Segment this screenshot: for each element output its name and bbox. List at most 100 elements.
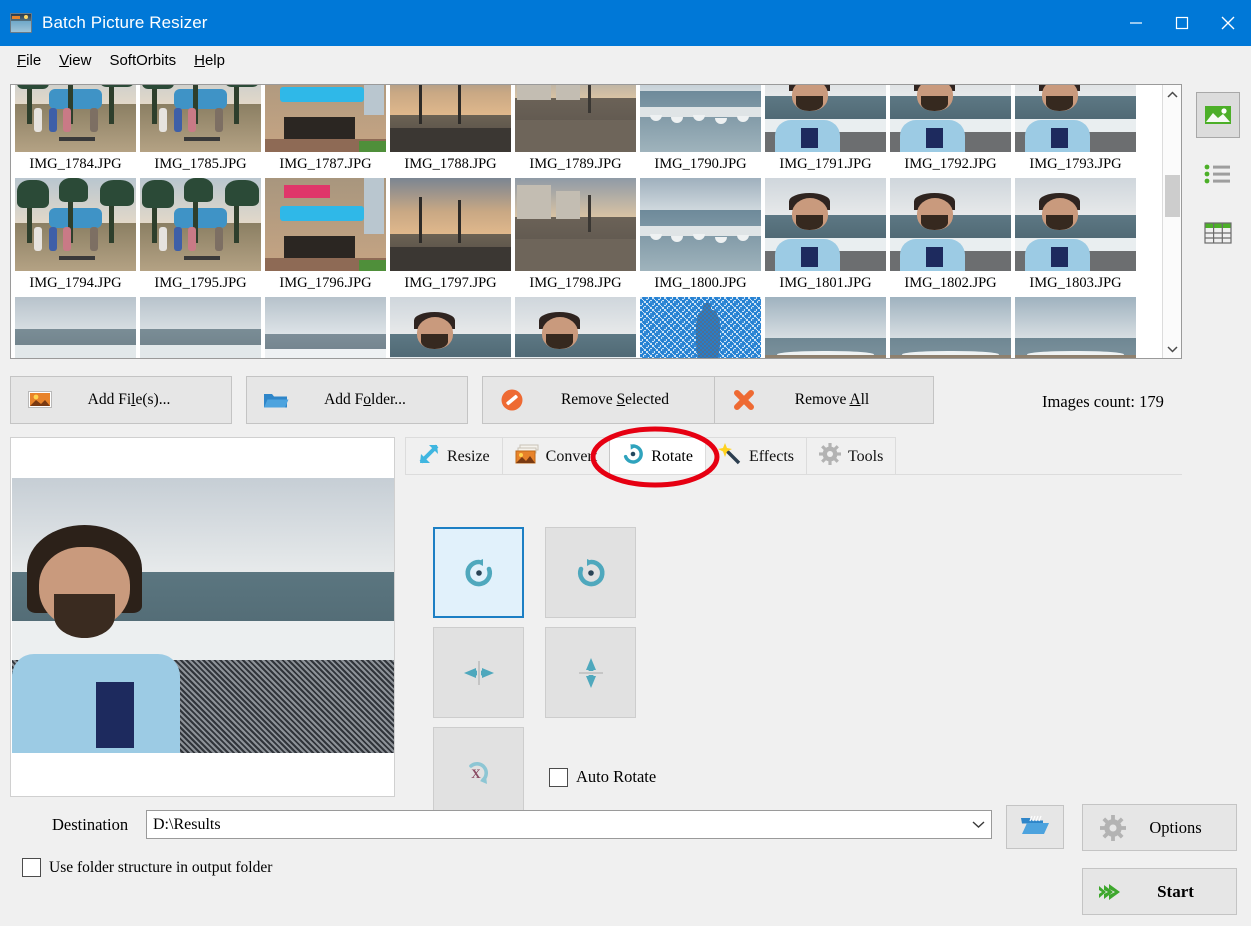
- use-folder-structure-row[interactable]: Use folder structure in output folder: [22, 858, 272, 877]
- thumbnail-image[interactable]: [390, 178, 511, 271]
- menu-item-help[interactable]: Help: [185, 50, 234, 71]
- thumbnail-item[interactable]: IMG_1791.JPG: [763, 85, 888, 176]
- thumbnail-grid[interactable]: IMG_1784.JPG IMG_1785.JPG IMG_1787.JPG IMG_…: [13, 85, 1163, 358]
- add-files-button[interactable]: Add File(s)...: [10, 376, 232, 424]
- rotate-left-button[interactable]: [433, 527, 524, 618]
- options-button[interactable]: Options: [1082, 804, 1237, 851]
- use-folder-structure-checkbox[interactable]: [22, 858, 41, 877]
- thumbnail-image[interactable]: [515, 297, 636, 358]
- auto-rotate-row[interactable]: Auto Rotate: [549, 767, 656, 787]
- list-view-button[interactable]: [1196, 151, 1240, 197]
- thumbnails-view-button[interactable]: [1196, 92, 1240, 138]
- scroll-down-icon[interactable]: [1163, 339, 1181, 358]
- thumbnail-image[interactable]: [765, 85, 886, 152]
- menu-item-view[interactable]: View: [50, 50, 100, 71]
- thumbnail-item[interactable]: IMG_1826.JPG: [1013, 295, 1138, 358]
- destination-combobox[interactable]: D:\Results: [146, 810, 992, 839]
- thumbnail-item[interactable]: IMG_1795.JPG: [138, 176, 263, 295]
- preview-pane[interactable]: [10, 437, 395, 797]
- thumbnail-item[interactable]: IMG_1809.JPG: [263, 295, 388, 358]
- thumbnail-item[interactable]: IMG_1819.JPG: [638, 295, 763, 358]
- thumbnail-image[interactable]: [640, 178, 761, 271]
- flip-vertical-icon: [578, 657, 603, 688]
- thumbnail-caption: IMG_1796.JPG: [279, 275, 372, 291]
- remove-selected-button[interactable]: Remove Selected: [482, 376, 732, 424]
- thumbnail-image[interactable]: [765, 178, 886, 271]
- thumbnail-image[interactable]: [890, 85, 1011, 152]
- thumbnail-item[interactable]: IMG_1800.JPG: [638, 176, 763, 295]
- start-button[interactable]: Start: [1082, 868, 1237, 915]
- file-list-scrollbar[interactable]: [1162, 85, 1181, 358]
- thumbnail-item[interactable]: IMG_1792.JPG: [888, 85, 1013, 176]
- thumbnail-item[interactable]: IMG_1821.JPG: [763, 295, 888, 358]
- scroll-up-icon[interactable]: [1163, 85, 1181, 104]
- thumbnail-image[interactable]: [1015, 85, 1136, 152]
- menu-item-file[interactable]: File: [8, 50, 50, 71]
- thumbnail-item[interactable]: IMG_1796.JPG: [263, 176, 388, 295]
- thumbnail-image[interactable]: [15, 178, 136, 271]
- details-view-button[interactable]: [1196, 210, 1240, 256]
- thumbnail-item[interactable]: IMG_1784.JPG: [13, 85, 138, 176]
- thumbnail-image[interactable]: [515, 178, 636, 271]
- browse-destination-button[interactable]: [1006, 805, 1064, 849]
- tab-convert[interactable]: Convert: [501, 437, 611, 475]
- tab-rotate[interactable]: Rotate: [609, 437, 706, 475]
- thumbnail-image[interactable]: [1015, 297, 1136, 358]
- thumbnail-item[interactable]: IMG_1808.JPG: [138, 295, 263, 358]
- rotate-by-angle-button[interactable]: X: [433, 727, 524, 818]
- window-title: Batch Picture Resizer: [42, 13, 208, 32]
- remove-all-button[interactable]: Remove All: [714, 376, 934, 424]
- flip-vertical-button[interactable]: [545, 627, 636, 718]
- thumbnail-item[interactable]: IMG_1785.JPG: [138, 85, 263, 176]
- thumbnail-image[interactable]: [140, 297, 261, 358]
- scrollbar-track[interactable]: [1163, 104, 1181, 339]
- thumbnail-image[interactable]: [640, 297, 761, 358]
- thumbnail-item[interactable]: IMG_1793.JPG: [1013, 85, 1138, 176]
- destination-value[interactable]: D:\Results: [147, 816, 965, 834]
- thumbnail-item[interactable]: IMG_1787.JPG: [263, 85, 388, 176]
- thumbnail-image[interactable]: [15, 297, 136, 358]
- thumbnail-item[interactable]: IMG_1798.JPG: [513, 176, 638, 295]
- rotate-right-button[interactable]: [545, 527, 636, 618]
- thumbnail-image[interactable]: [390, 85, 511, 152]
- thumbnail-item[interactable]: IMG_1797.JPG: [388, 176, 513, 295]
- thumbnail-image[interactable]: [140, 85, 261, 152]
- thumbnail-image[interactable]: [765, 297, 886, 358]
- tab-effects[interactable]: Effects: [704, 437, 807, 475]
- close-icon[interactable]: [1205, 0, 1251, 46]
- thumbnail-image[interactable]: [1015, 178, 1136, 271]
- thumbnail-item[interactable]: IMG_1790.JPG: [638, 85, 763, 176]
- thumbnail-image[interactable]: [265, 178, 386, 271]
- thumbnail-image[interactable]: [890, 178, 1011, 271]
- tab-resize[interactable]: Resize: [405, 437, 503, 475]
- file-list-panel[interactable]: IMG_1784.JPG IMG_1785.JPG IMG_1787.JPG IMG_…: [10, 84, 1182, 359]
- thumbnail-item[interactable]: IMG_1801.JPG: [763, 176, 888, 295]
- thumbnail-item[interactable]: IMG_1802.JPG: [888, 176, 1013, 295]
- thumbnail-image[interactable]: [515, 85, 636, 152]
- thumbnail-image[interactable]: [265, 297, 386, 358]
- menu-item-softorbits[interactable]: SoftOrbits: [100, 50, 185, 71]
- thumbnail-image[interactable]: [15, 85, 136, 152]
- thumbnail-item[interactable]: IMG_1816.JPG: [388, 295, 513, 358]
- scrollbar-thumb[interactable]: [1165, 175, 1180, 217]
- thumbnail-item[interactable]: IMG_1818.JPG: [513, 295, 638, 358]
- thumbnail-item[interactable]: IMG_1807.JPG: [13, 295, 138, 358]
- minimize-icon[interactable]: [1113, 0, 1159, 46]
- thumbnail-image[interactable]: [140, 178, 261, 271]
- rotate-clockwise-icon: [577, 558, 604, 586]
- thumbnail-image[interactable]: [265, 85, 386, 152]
- thumbnail-image[interactable]: [890, 297, 1011, 358]
- maximize-icon[interactable]: [1159, 0, 1205, 46]
- thumbnail-image[interactable]: [390, 297, 511, 358]
- flip-horizontal-button[interactable]: [433, 627, 524, 718]
- auto-rotate-checkbox[interactable]: [549, 767, 568, 787]
- add-folder-button[interactable]: Add Folder...: [246, 376, 468, 424]
- thumbnail-item[interactable]: IMG_1822.JPG: [888, 295, 1013, 358]
- thumbnail-item[interactable]: IMG_1789.JPG: [513, 85, 638, 176]
- thumbnail-image[interactable]: [640, 85, 761, 152]
- tab-tools[interactable]: Tools: [805, 437, 897, 475]
- thumbnail-item[interactable]: IMG_1794.JPG: [13, 176, 138, 295]
- thumbnail-item[interactable]: IMG_1788.JPG: [388, 85, 513, 176]
- chevron-down-icon[interactable]: [965, 820, 991, 829]
- thumbnail-item[interactable]: IMG_1803.JPG: [1013, 176, 1138, 295]
